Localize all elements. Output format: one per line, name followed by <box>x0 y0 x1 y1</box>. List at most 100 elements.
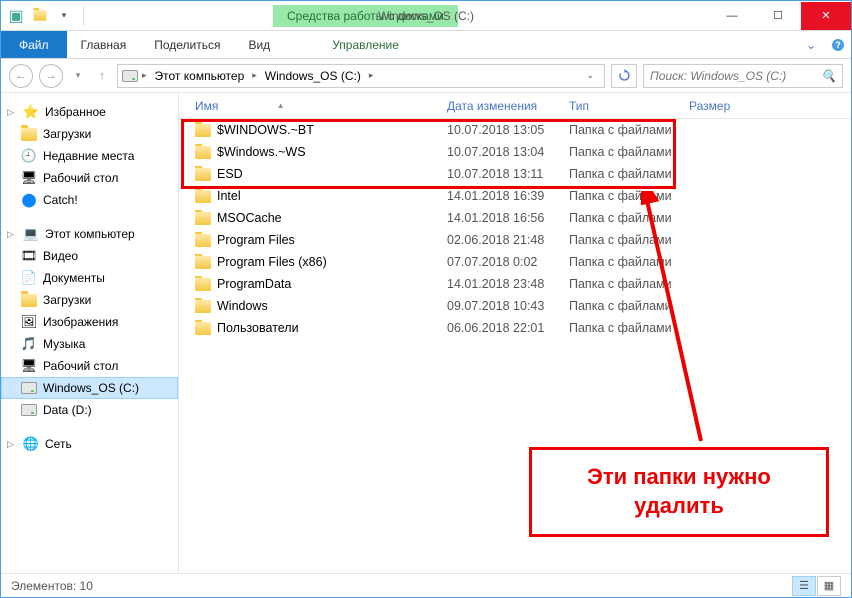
column-date[interactable]: Дата изменения <box>439 99 561 113</box>
minimize-button[interactable]: — <box>709 2 755 30</box>
folder-icon <box>195 122 211 138</box>
up-button[interactable]: ↑ <box>93 64 111 88</box>
file-type: Папка с файлами <box>561 123 681 137</box>
file-menu[interactable]: Файл <box>1 31 67 58</box>
status-count-label: Элементов: <box>11 579 76 593</box>
file-date: 14.01.2018 23:48 <box>439 277 561 291</box>
video-icon: 🎞 <box>21 248 37 264</box>
chevron-right-icon[interactable]: ▸ <box>250 70 259 81</box>
folder-icon <box>195 254 211 270</box>
tab-view[interactable]: Вид <box>234 31 284 58</box>
sidebar: ▷⭐Избранное Загрузки 🕘Недавние места 🖥Ра… <box>1 93 179 573</box>
file-date: 09.07.2018 10:43 <box>439 299 561 313</box>
file-name: Intel <box>217 189 241 203</box>
column-name[interactable]: Имя▴ <box>187 99 439 113</box>
sidebar-item-desktop[interactable]: 🖥Рабочий стол <box>1 167 178 189</box>
file-date: 14.01.2018 16:39 <box>439 189 561 203</box>
desktop-icon: 🖥 <box>21 170 37 186</box>
sidebar-item-videos[interactable]: 🎞Видео <box>1 245 178 267</box>
star-icon: ⭐ <box>23 104 39 120</box>
drive-icon <box>122 68 138 84</box>
sidebar-item-downloads[interactable]: Загрузки <box>1 123 178 145</box>
breadcrumb[interactable]: Windows_OS (C:) <box>261 69 365 83</box>
sidebar-item-recent[interactable]: 🕘Недавние места <box>1 145 178 167</box>
context-tab-header: Средства работы с дисками <box>273 5 458 27</box>
folder-icon <box>195 144 211 160</box>
sidebar-item-downloads[interactable]: Загрузки <box>1 289 178 311</box>
table-row[interactable]: MSOCache14.01.2018 16:56Папка с файлами <box>179 207 851 229</box>
view-details-button[interactable]: ☰ <box>792 576 816 596</box>
music-icon: 🎵 <box>21 336 37 352</box>
search-input[interactable] <box>650 69 821 83</box>
refresh-button[interactable] <box>611 64 637 88</box>
address-bar-row: ← → ▾ ↑ ▸ Этот компьютер ▸ Windows_OS (C… <box>1 59 851 93</box>
file-name: ESD <box>217 167 243 181</box>
search-box[interactable]: 🔍 <box>643 64 843 88</box>
drive-icon <box>21 402 37 418</box>
table-row[interactable]: ESD10.07.2018 13:11Папка с файлами <box>179 163 851 185</box>
sidebar-item-catch[interactable]: ⬤Catch! <box>1 189 178 211</box>
close-button[interactable]: ✕ <box>801 2 851 30</box>
tab-share[interactable]: Поделиться <box>140 31 234 58</box>
file-name: Program Files <box>217 233 295 247</box>
address-bar[interactable]: ▸ Этот компьютер ▸ Windows_OS (C:) ▸ ⌄ <box>117 64 605 88</box>
search-icon[interactable]: 🔍 <box>821 69 836 83</box>
computer-icon: 💻 <box>23 226 39 242</box>
column-headers: Имя▴ Дата изменения Тип Размер <box>179 93 851 119</box>
column-type[interactable]: Тип <box>561 99 681 113</box>
file-date: 10.07.2018 13:04 <box>439 145 561 159</box>
chevron-right-icon[interactable]: ▸ <box>140 70 149 81</box>
back-button[interactable]: ← <box>9 64 33 88</box>
sidebar-favorites[interactable]: ▷⭐Избранное <box>1 101 178 123</box>
sidebar-computer[interactable]: ▷💻Этот компьютер <box>1 223 178 245</box>
table-row[interactable]: Intel14.01.2018 16:39Папка с файлами <box>179 185 851 207</box>
file-type: Папка с файлами <box>561 211 681 225</box>
qat-properties-icon[interactable]: ▣ <box>5 5 27 27</box>
address-dropdown-icon[interactable]: ⌄ <box>580 70 600 81</box>
table-row[interactable]: Program Files02.06.2018 21:48Папка с фай… <box>179 229 851 251</box>
desktop-icon: 🖥 <box>21 358 37 374</box>
sidebar-item-documents[interactable]: 📄Документы <box>1 267 178 289</box>
svg-text:?: ? <box>835 40 841 50</box>
folder-icon <box>195 276 211 292</box>
table-row[interactable]: Program Files (x86)07.07.2018 0:02Папка … <box>179 251 851 273</box>
file-name: Program Files (x86) <box>217 255 327 269</box>
tab-home[interactable]: Главная <box>67 31 141 58</box>
sidebar-item-desktop[interactable]: 🖥Рабочий стол <box>1 355 178 377</box>
file-date: 02.06.2018 21:48 <box>439 233 561 247</box>
ribbon: Файл Главная Поделиться Вид Управление ⌄… <box>1 31 851 59</box>
table-row[interactable]: $Windows.~WS10.07.2018 13:04Папка с файл… <box>179 141 851 163</box>
column-size[interactable]: Размер <box>681 99 761 113</box>
file-name: $Windows.~WS <box>217 145 306 159</box>
table-row[interactable]: ProgramData14.01.2018 23:48Папка с файла… <box>179 273 851 295</box>
sort-indicator-icon: ▴ <box>278 100 283 111</box>
forward-button[interactable]: → <box>39 64 63 88</box>
file-date: 10.07.2018 13:11 <box>439 167 561 181</box>
sidebar-item-drive-d[interactable]: Data (D:) <box>1 399 178 421</box>
help-icon[interactable]: ? <box>825 31 851 58</box>
maximize-button[interactable]: ☐ <box>755 2 801 30</box>
file-type: Папка с файлами <box>561 255 681 269</box>
table-row[interactable]: Пользователи06.06.2018 22:01Папка с файл… <box>179 317 851 339</box>
catch-icon: ⬤ <box>21 192 37 208</box>
network-icon: 🌐 <box>23 436 39 452</box>
folder-icon <box>195 210 211 226</box>
file-date: 10.07.2018 13:05 <box>439 123 561 137</box>
file-type: Папка с файлами <box>561 299 681 313</box>
sidebar-network[interactable]: ▷🌐Сеть <box>1 433 178 455</box>
table-row[interactable]: $WINDOWS.~BT10.07.2018 13:05Папка с файл… <box>179 119 851 141</box>
ribbon-expand-icon[interactable]: ⌄ <box>797 31 825 58</box>
recent-dropdown-icon[interactable]: ▾ <box>69 64 87 88</box>
table-row[interactable]: Windows09.07.2018 10:43Папка с файлами <box>179 295 851 317</box>
qat-dropdown-icon[interactable]: ▾ <box>53 5 75 27</box>
file-name: Пользователи <box>217 321 299 335</box>
breadcrumb[interactable]: Этот компьютер <box>151 69 249 83</box>
tab-manage[interactable]: Управление <box>318 31 413 58</box>
sidebar-item-pictures[interactable]: 🖼Изображения <box>1 311 178 333</box>
sidebar-item-music[interactable]: 🎵Музыка <box>1 333 178 355</box>
view-icons-button[interactable]: ▦ <box>817 576 841 596</box>
chevron-right-icon[interactable]: ▸ <box>367 70 376 81</box>
file-type: Папка с файлами <box>561 277 681 291</box>
sidebar-item-drive-c[interactable]: Windows_OS (C:) <box>1 377 178 399</box>
qat-new-folder-icon[interactable] <box>29 5 51 27</box>
